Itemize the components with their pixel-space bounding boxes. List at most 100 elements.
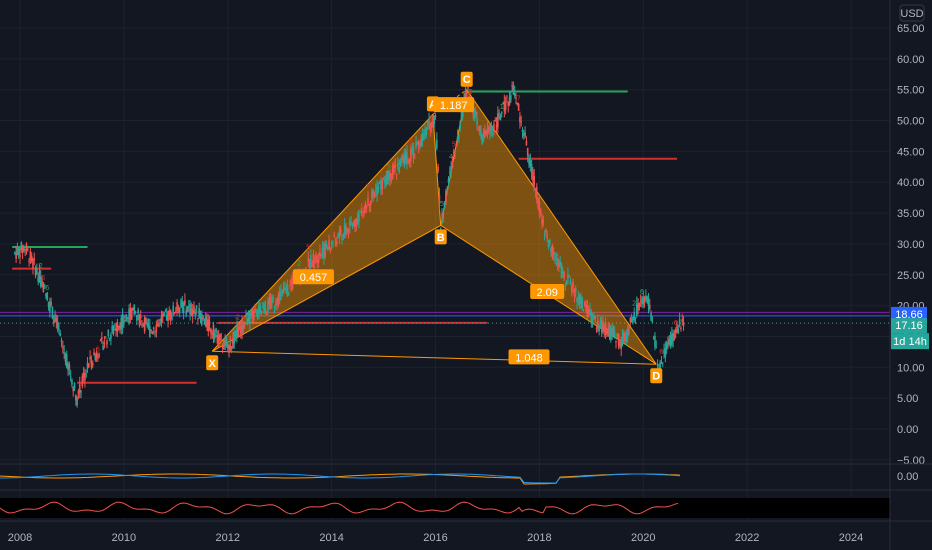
signal-marker: 5 (440, 200, 444, 208)
pattern-ratio: 1.187 (433, 97, 475, 113)
candle-body (520, 121, 523, 123)
candle-body (145, 318, 147, 322)
candle-body (330, 242, 333, 244)
candle-body (91, 362, 94, 366)
candle-body (224, 340, 226, 347)
candle-body (682, 322, 685, 327)
candle-body (121, 314, 124, 328)
candle-body (560, 264, 563, 279)
x-tick-label: 2008 (8, 532, 32, 544)
candle-body (333, 234, 336, 238)
candle-body (197, 318, 199, 320)
countdown-tag: 1d 14h (891, 333, 929, 350)
candle-body (554, 253, 556, 257)
candle-body (245, 315, 247, 318)
candle-body (260, 310, 263, 315)
candle-body (207, 319, 210, 332)
candle-body (84, 373, 86, 381)
candle-body (243, 324, 246, 326)
candle-body (536, 187, 538, 200)
pattern-point-d: D (650, 368, 663, 384)
candle-body (647, 296, 650, 307)
candle-body (133, 304, 136, 315)
signal-marker: 5 (306, 244, 310, 252)
candle-body (651, 321, 654, 323)
candle-body (381, 179, 384, 189)
candle-body (439, 228, 442, 230)
candle-body (525, 141, 528, 146)
candle-body (33, 258, 36, 260)
pattern-point-x: X (206, 355, 219, 371)
candle-body (655, 347, 658, 349)
candle-body (377, 187, 380, 189)
candle-body (634, 317, 637, 319)
candle-body (681, 319, 684, 322)
candle-body (638, 302, 641, 308)
candle-body (280, 291, 282, 296)
candle-body (193, 305, 195, 312)
candle-body (110, 334, 112, 340)
y-tick-label: 25.00 (897, 270, 925, 282)
candle-body (395, 173, 398, 175)
price-chart[interactable]: 25665412 625318755 493545381722666 XABCD0.… (0, 0, 932, 550)
candle-body (329, 247, 332, 250)
candle-body (219, 333, 221, 341)
candle-body (459, 121, 461, 128)
candle-body (62, 347, 64, 349)
indicator1-signal (0, 473, 681, 484)
candle-body (497, 113, 499, 128)
candle-body (125, 316, 128, 318)
candle-body (480, 130, 482, 137)
pattern-ratio-label: 1.048 (515, 352, 543, 364)
candle-body (46, 292, 49, 301)
candle-body (517, 103, 520, 111)
candle-body (155, 324, 158, 332)
candle-body (572, 282, 574, 287)
candle-body (476, 118, 478, 125)
candle-body (137, 309, 139, 314)
candle-body (312, 254, 315, 268)
candle-body (533, 176, 536, 186)
candle-body (442, 212, 445, 219)
candle-body (516, 102, 519, 105)
candle-body (398, 166, 400, 173)
candle-body (71, 379, 73, 385)
candle-body (434, 115, 437, 117)
candle-body (539, 209, 542, 215)
candle-body (69, 376, 72, 378)
candle-body (382, 177, 385, 179)
candle-body (665, 343, 668, 351)
candle-body (76, 397, 78, 406)
candle-body (164, 310, 167, 312)
candle-body (176, 302, 178, 311)
candle-body (594, 316, 597, 319)
candle-body (524, 132, 526, 137)
candle-body (358, 213, 360, 222)
candle-body (455, 144, 458, 148)
candle-body (615, 340, 617, 343)
candle-body (102, 345, 104, 350)
candle-body (341, 237, 343, 241)
candle-body (568, 275, 571, 277)
candle-body (52, 319, 55, 324)
candle-body (548, 239, 551, 245)
candle-body (372, 189, 374, 195)
candle-body (506, 95, 508, 97)
candle-body (437, 166, 439, 172)
signal-marker: 2 (632, 299, 636, 307)
candle-body (154, 331, 156, 333)
candle-body (51, 306, 54, 319)
candle-body (123, 321, 125, 323)
y-tick-label: 50.00 (897, 116, 925, 128)
candle-body (32, 259, 34, 269)
candle-body (139, 315, 142, 319)
candle-body (220, 335, 223, 337)
x-tick-label: 2018 (527, 532, 551, 544)
pattern-point-c: C (460, 71, 473, 87)
candle-body (150, 330, 152, 332)
y-tick-label: 45.00 (897, 146, 925, 158)
price-tag: 17.16 (891, 318, 927, 334)
candle-body (152, 327, 155, 330)
candle-body (255, 309, 258, 311)
candle-body (659, 362, 661, 369)
